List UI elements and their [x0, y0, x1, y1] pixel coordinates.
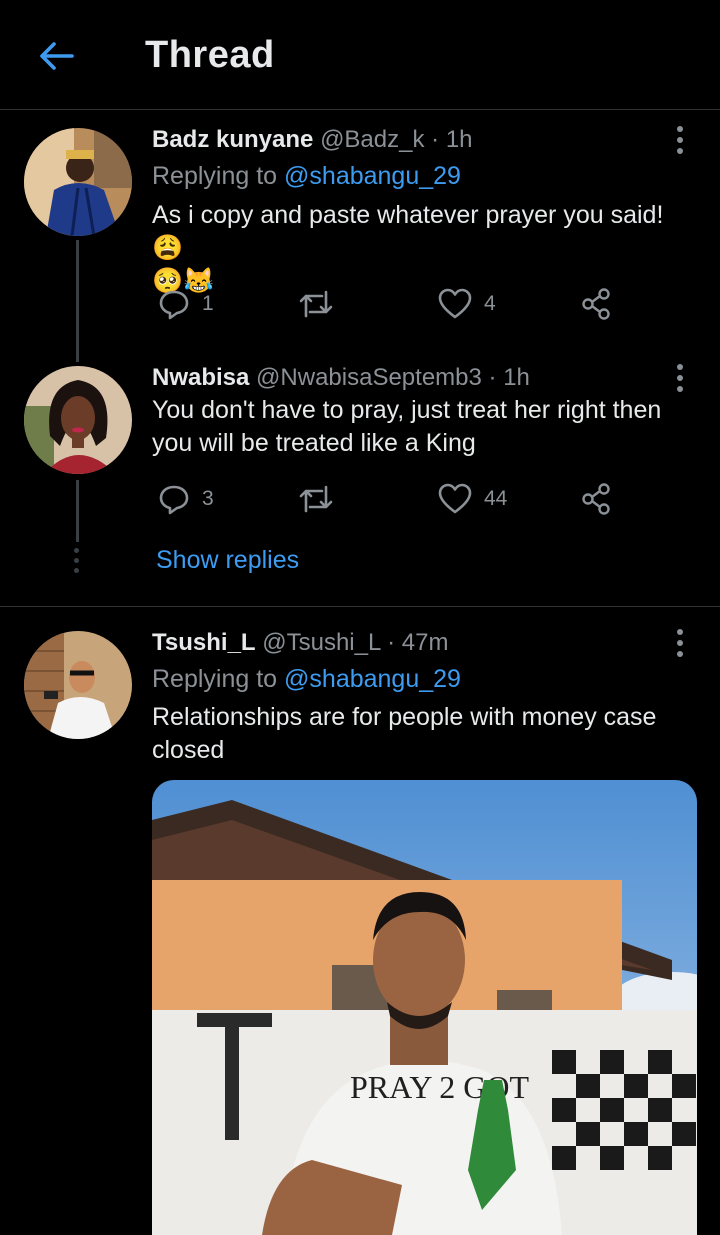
show-replies-link[interactable]: Show replies [156, 546, 299, 575]
retweet-button[interactable] [298, 479, 346, 519]
tweet-actions: 3 44 [152, 479, 622, 519]
more-dot-icon [677, 629, 683, 635]
tweet-text-line: closed [152, 736, 225, 764]
mention-link[interactable]: @shabangu_29 [284, 162, 461, 190]
share-button[interactable] [580, 479, 612, 519]
replying-to: Replying to @shabangu_29 [152, 665, 461, 694]
more-options-button[interactable] [677, 126, 685, 154]
more-dot-icon [677, 364, 683, 370]
more-options-button[interactable] [677, 364, 685, 392]
author-name[interactable]: Nwabisa [152, 364, 249, 391]
more-dot-icon [677, 126, 683, 132]
retweet-icon [299, 485, 333, 513]
tweet-text-line: you will be treated like a King [152, 429, 476, 457]
replying-label: Replying to [152, 665, 278, 693]
thread-dot-icon [74, 568, 79, 573]
avatar-badz[interactable] [24, 128, 132, 236]
tweet-actions: 1 4 [152, 284, 622, 324]
like-button[interactable]: 44 [438, 479, 507, 519]
thread-connector [76, 480, 79, 542]
mention-link[interactable]: @shabangu_29 [284, 665, 461, 693]
timestamp: · 1h [431, 126, 473, 153]
share-icon [582, 483, 610, 515]
like-count: 44 [484, 487, 508, 510]
tweet-image[interactable]: PRAY 2 GOT [152, 780, 697, 1235]
back-button[interactable] [34, 34, 78, 78]
timestamp: · 1h [488, 364, 530, 391]
reply-icon [159, 290, 189, 320]
avatar-tsushi[interactable] [24, 631, 132, 739]
author-handle: @Tsushi_L [262, 629, 381, 656]
tweet-text: Relationships are for people with money … [152, 701, 692, 767]
reply-count: 1 [202, 292, 214, 315]
author-name[interactable]: Tsushi_L [152, 629, 256, 656]
retweet-icon [299, 290, 333, 318]
thread-dot-icon [74, 558, 79, 563]
more-dot-icon [677, 375, 683, 381]
heart-icon [438, 288, 472, 319]
tweet-text-line: Relationships are for people with money … [152, 703, 657, 731]
more-dot-icon [677, 386, 683, 392]
reply-button[interactable]: 1 [158, 284, 214, 324]
author-name[interactable]: Badz kunyane [152, 126, 313, 153]
timestamp: · 47m [387, 629, 449, 656]
author-handle: @NwabisaSeptemb3 [256, 364, 482, 391]
more-dot-icon [677, 640, 683, 646]
avatar-nwabisa[interactable] [24, 366, 132, 474]
page-title: Thread [145, 34, 275, 76]
tweet-meta: Tsushi_L @Tsushi_L · 47m [152, 629, 448, 657]
more-dot-icon [677, 651, 683, 657]
more-dot-icon [677, 148, 683, 154]
more-dot-icon [677, 137, 683, 143]
like-button[interactable]: 4 [438, 284, 496, 324]
tweet-meta: Nwabisa @NwabisaSeptemb3 · 1h [152, 364, 530, 392]
author-handle: @Badz_k [320, 126, 425, 153]
replying-to: Replying to @shabangu_29 [152, 162, 461, 191]
retweet-button[interactable] [298, 284, 346, 324]
like-count: 4 [484, 292, 496, 315]
arrow-left-icon [40, 42, 74, 70]
top-app-bar: Thread [0, 0, 720, 110]
thread-dot-icon [74, 548, 79, 553]
share-icon [582, 288, 610, 320]
share-button[interactable] [580, 284, 612, 324]
thread-connector [76, 240, 79, 362]
heart-icon [438, 483, 472, 514]
divider [0, 606, 720, 607]
tweet-text-line: You don't have to pray, just treat her r… [152, 396, 662, 424]
tweet-meta: Badz kunyane @Badz_k · 1h [152, 126, 473, 154]
reply-button[interactable]: 3 [158, 479, 214, 519]
thread-more-dots [74, 548, 80, 573]
reply-icon [159, 485, 189, 515]
more-options-button[interactable] [677, 629, 685, 657]
reply-count: 3 [202, 487, 214, 510]
tweet-text: You don't have to pray, just treat her r… [152, 394, 692, 460]
tweet-text-line: As i copy and paste whatever prayer you … [152, 201, 664, 262]
replying-label: Replying to [152, 162, 278, 190]
